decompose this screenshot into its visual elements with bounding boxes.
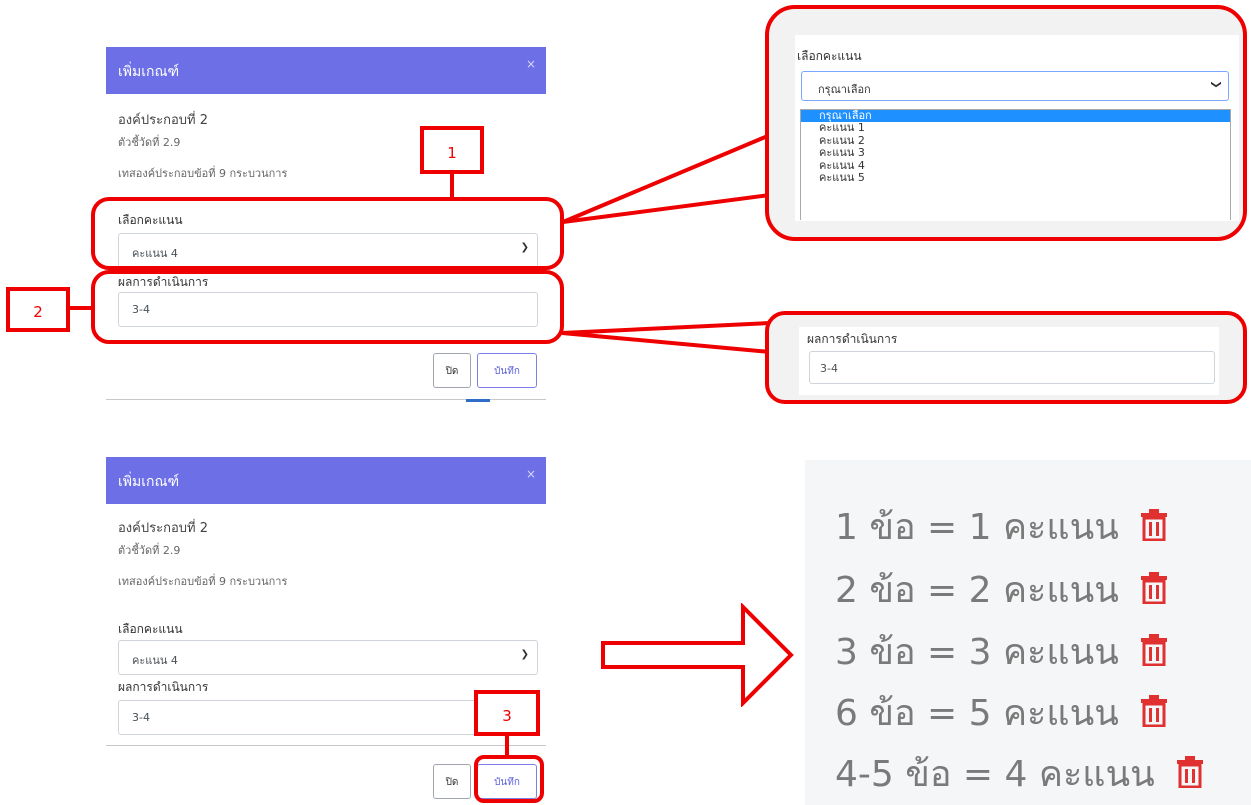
highlight-save-button — [474, 755, 544, 803]
step-3-badge: 3 — [474, 690, 540, 736]
dropdown-option[interactable]: คะแนน 1 — [801, 122, 1230, 134]
dropdown-option[interactable]: คะแนน 5 — [801, 171, 1230, 184]
callout-score-label: เลือกคะแนน — [797, 49, 862, 63]
result-callout: ผลการดำเนินการ 3-4 — [765, 311, 1247, 404]
score-row: 6 ข้อ = 5 คะแนน — [835, 684, 1168, 741]
trash-icon[interactable] — [1140, 508, 1168, 550]
pointer-line-2b — [561, 331, 771, 354]
dropdown-option[interactable]: คะแนน 4 — [801, 159, 1230, 172]
callout-result-value: 3-4 — [820, 362, 838, 375]
dropdown-option[interactable]: กรุณาเลือก — [801, 109, 1230, 123]
score-row: 1 ข้อ = 1 คะแนน — [835, 498, 1168, 555]
trash-icon[interactable] — [1140, 633, 1168, 675]
callout-select-value: กรุณาเลือก — [818, 83, 871, 96]
step-3-label: 3 — [502, 707, 512, 725]
score-row-text: 6 ข้อ = 5 คะแนน — [835, 693, 1119, 734]
score-row-text: 4-5 ข้อ = 4 คะแนน — [835, 754, 1155, 795]
score-row-text: 3 ข้อ = 3 คะแนน — [835, 632, 1119, 673]
dropdown-option[interactable]: คะแนน 3 — [801, 146, 1230, 159]
score-criteria-list: 1 ข้อ = 1 คะแนน 2 ข้อ = 2 คะแนน 3 ข้อ = … — [805, 460, 1251, 805]
score-row-text: 1 ข้อ = 1 คะแนน — [835, 507, 1119, 548]
chevron-down-icon: ❯ — [1210, 80, 1222, 89]
trash-icon[interactable] — [1140, 694, 1168, 736]
score-row: 3 ข้อ = 3 คะแนน — [835, 623, 1168, 680]
dropdown-options-list: กรุณาเลือก คะแนน 1 คะแนน 2 คะแนน 3 คะแนน… — [800, 109, 1231, 220]
callout-result-input[interactable]: 3-4 — [809, 351, 1215, 384]
trash-icon[interactable] — [1140, 571, 1168, 613]
score-row: 2 ข้อ = 2 คะแนน — [835, 561, 1168, 618]
score-row: 4-5 ข้อ = 4 คะแนน — [835, 745, 1204, 802]
callout-result-label: ผลการดำเนินการ — [807, 332, 898, 346]
right-arrow-icon — [601, 603, 794, 707]
pointer-line-2a — [561, 321, 771, 335]
callout-score-select[interactable]: กรุณาเลือก ❯ — [801, 71, 1229, 101]
result-callout-panel: ผลการดำเนินการ 3-4 — [799, 327, 1219, 395]
dropdown-option[interactable]: คะแนน 2 — [801, 134, 1230, 147]
dropdown-callout-panel: เลือกคะแนน กรุณาเลือก ❯ กรุณาเลือก คะแนน… — [795, 35, 1239, 221]
trash-icon[interactable] — [1176, 755, 1204, 797]
score-row-text: 2 ข้อ = 2 คะแนน — [835, 570, 1119, 611]
dropdown-callout: เลือกคะแนน กรุณาเลือก ❯ กรุณาเลือก คะแนน… — [765, 5, 1247, 241]
